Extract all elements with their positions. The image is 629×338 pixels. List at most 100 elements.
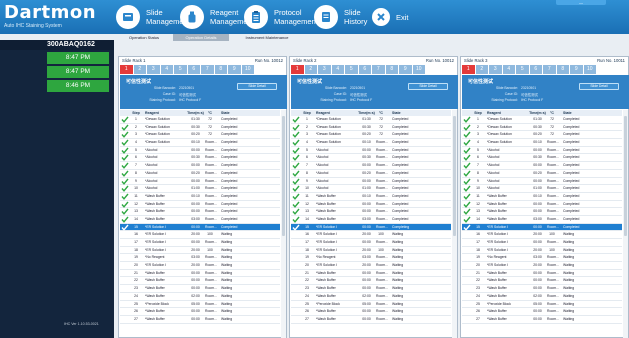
rack-1-time[interactable]: 8:47 PM <box>47 52 109 64</box>
slot-6-button[interactable]: 6 <box>529 65 542 74</box>
scrollbar[interactable] <box>623 110 628 338</box>
table-row[interactable]: 21 *Wash Buffer 00:00 Room... Waiting <box>291 270 451 278</box>
nav-protocol-management[interactable]: Protocol Management <box>244 3 318 31</box>
table-row[interactable]: 17 *ER Solution I 00:00 Room... Waiting <box>120 239 280 247</box>
table-row[interactable]: 14 *Wash Buffer 03:00 Room... Completed <box>120 216 280 224</box>
table-row[interactable]: 20 *ER Solution I 20:00 Room... Waiting <box>291 262 451 270</box>
slot-4-button[interactable]: 4 <box>160 65 173 74</box>
slot-5-button[interactable]: 5 <box>345 65 358 74</box>
slot-10-button[interactable]: 10 <box>583 65 596 74</box>
table-row[interactable]: 5 *Alcohol 00:00 Room... Completed <box>291 147 451 155</box>
table-row[interactable]: 16 *ER Solution I 20:00 100 Waiting <box>120 231 280 239</box>
table-row[interactable]: 25 *Peroxide Block 05:00 Room... Waiting <box>291 301 451 309</box>
slot-1-button[interactable]: 1 <box>462 65 475 74</box>
table-row[interactable]: 23 *Wash Buffer 00:00 Room... Waiting <box>462 285 622 293</box>
table-row[interactable]: 24 *Wash Buffer 02:00 Room... Waiting <box>120 293 280 301</box>
slot-3-button[interactable]: 3 <box>489 65 502 74</box>
table-row[interactable]: 18 *ER Solution I 20:00 100 Waiting <box>291 247 451 255</box>
slot-1-button[interactable]: 1 <box>291 65 304 74</box>
table-row[interactable]: 2 *Dewax Solution 00:30 72 Completed <box>291 124 451 132</box>
slot-4-button[interactable]: 4 <box>502 65 515 74</box>
scrollbar-thumb[interactable] <box>453 116 456 236</box>
table-row[interactable]: 3 *Dewax Solution 00:20 72 Completed <box>120 131 280 140</box>
table-row[interactable]: 7 *Alcohol 00:00 Room... Completed <box>291 162 451 170</box>
table-row[interactable]: 14 *Wash Buffer 03:00 Room... Completed <box>462 216 622 224</box>
table-row[interactable]: 20 *ER Solution I 20:00 Room... Waiting <box>462 262 622 270</box>
table-row[interactable]: 17 *ER Solution I 00:00 Room... Waiting <box>462 239 622 247</box>
table-row[interactable]: 11 *Wash Buffer 00:10 Room... Completed <box>120 193 280 201</box>
table-row[interactable]: 11 *Wash Buffer 00:10 Room... Completed <box>291 193 451 201</box>
table-row[interactable]: 13 *Wash Buffer 00:00 Room... Completed <box>462 208 622 216</box>
rack-2-time[interactable]: 8:47 PM <box>47 66 109 78</box>
table-row[interactable]: 2 *Dewax Solution 00:30 72 Completed <box>120 124 280 132</box>
table-row[interactable]: 27 *Wash Buffer 00:00 Room... Waiting <box>462 316 622 324</box>
table-row[interactable]: 1 *Dewax Solution 01:30 72 Completed <box>462 116 622 124</box>
table-row[interactable]: 10 *Alcohol 01:00 Room... Completed <box>120 185 280 193</box>
table-row[interactable]: 10 *Alcohol 01:00 Room... Completed <box>462 185 622 193</box>
slide-detail-button[interactable]: Slide Detail <box>237 83 277 90</box>
tab-instrument-maintenance[interactable]: Instrument Maintenance <box>231 34 303 41</box>
slide-detail-button[interactable]: Slide Detail <box>408 83 448 90</box>
table-row[interactable]: 8 *Alcohol 00:20 Room... Completed <box>462 170 622 178</box>
table-row[interactable]: 15 *ER Solution I 00:00 Room... Completed <box>120 223 280 232</box>
tab-operation-details[interactable]: Operation Details <box>173 34 229 41</box>
slot-7-button[interactable]: 7 <box>372 65 385 74</box>
slot-10-button[interactable]: 10 <box>412 65 425 74</box>
nav-slide-history[interactable]: Slide History <box>314 3 367 31</box>
table-row[interactable]: 3 *Dewax Solution 00:20 72 Completed <box>462 131 622 140</box>
table-row[interactable]: 7 *Alcohol 00:00 Room... Completed <box>120 162 280 170</box>
table-row[interactable]: 25 *Peroxide Block 05:00 Room... Waiting <box>462 301 622 309</box>
nav-reagent-management[interactable]: Reagent Management <box>180 3 254 31</box>
table-row[interactable]: 23 *Wash Buffer 00:00 Room... Waiting <box>291 285 451 293</box>
slot-6-button[interactable]: 6 <box>187 65 200 74</box>
table-row[interactable]: 15 *ER Solution I 00:00 Room... Completed <box>462 223 622 232</box>
table-row[interactable]: 25 *Peroxide Block 05:00 Room... Waiting <box>120 301 280 309</box>
slot-3-button[interactable]: 3 <box>318 65 331 74</box>
table-row[interactable]: 23 *Wash Buffer 00:00 Room... Waiting <box>120 285 280 293</box>
scrollbar[interactable] <box>281 110 286 338</box>
table-row[interactable]: 12 *Wash Buffer 00:00 Room... Completed <box>291 201 451 209</box>
nav-slide-management[interactable]: Slide Management <box>116 3 190 31</box>
slot-9-button[interactable]: 9 <box>228 65 241 74</box>
table-row[interactable]: 19 *No Reagent 03:00 Room... Waiting <box>291 254 451 263</box>
table-row[interactable]: 6 *Alcohol 00:30 Room... Completed <box>462 154 622 163</box>
scrollbar-thumb[interactable] <box>282 116 285 236</box>
table-row[interactable]: 14 *Wash Buffer 03:00 Room... Completed <box>291 216 451 224</box>
table-row[interactable]: 13 *Wash Buffer 00:00 Room... Completed <box>291 208 451 216</box>
rack-3-time[interactable]: 8:46 PM <box>47 80 109 92</box>
table-row[interactable]: 26 *Wash Buffer 00:00 Room... Waiting <box>120 308 280 316</box>
table-row[interactable]: 4 *Dewax Solution 00:10 Room... Completed <box>120 139 280 147</box>
table-row[interactable]: 10 *Alcohol 01:00 Room... Completed <box>291 185 451 193</box>
slot-3-button[interactable]: 3 <box>147 65 160 74</box>
slot-8-button[interactable]: 8 <box>385 65 398 74</box>
slot-9-button[interactable]: 9 <box>570 65 583 74</box>
table-row[interactable]: 6 *Alcohol 00:30 Room... Completed <box>120 154 280 163</box>
table-row[interactable]: 17 *ER Solution I 00:00 Room... Waiting <box>291 239 451 247</box>
slide-detail-button[interactable]: Slide Detail <box>579 83 619 90</box>
slot-5-button[interactable]: 5 <box>516 65 529 74</box>
table-row[interactable]: 13 *Wash Buffer 00:00 Room... Completed <box>120 208 280 216</box>
exit-button[interactable]: Exit <box>372 3 409 31</box>
table-row[interactable]: 7 *Alcohol 00:00 Room... Completed <box>462 162 622 170</box>
table-row[interactable]: 16 *ER Solution I 20:00 100 Waiting <box>462 231 622 239</box>
table-row[interactable]: 8 *Alcohol 00:20 Room... Completed <box>291 170 451 178</box>
slot-4-button[interactable]: 4 <box>331 65 344 74</box>
table-row[interactable]: 19 *No Reagent 03:00 Room... Waiting <box>120 254 280 263</box>
table-row[interactable]: 24 *Wash Buffer 02:00 Room... Waiting <box>462 293 622 301</box>
table-row[interactable]: 1 *Dewax Solution 01:30 72 Completed <box>291 116 451 124</box>
table-row[interactable]: 2 *Dewax Solution 00:30 72 Completed <box>462 124 622 132</box>
table-row[interactable]: 22 *Wash Buffer 00:00 Room... Waiting <box>291 277 451 286</box>
slot-1-button[interactable]: 1 <box>120 65 133 74</box>
slot-2-button[interactable]: 2 <box>304 65 317 74</box>
table-row[interactable]: 27 *Wash Buffer 00:00 Room... Waiting <box>291 316 451 324</box>
table-row[interactable]: 4 *Dewax Solution 00:10 Room... Completed <box>462 139 622 147</box>
slot-7-button[interactable]: 7 <box>543 65 556 74</box>
table-row[interactable]: 5 *Alcohol 00:00 Room... Completed <box>462 147 622 155</box>
scrollbar[interactable] <box>452 110 457 338</box>
slot-8-button[interactable]: 8 <box>556 65 569 74</box>
table-row[interactable]: 27 *Wash Buffer 00:00 Room... Waiting <box>120 316 280 324</box>
slot-7-button[interactable]: 7 <box>201 65 214 74</box>
slot-2-button[interactable]: 2 <box>475 65 488 74</box>
table-row[interactable]: 3 *Dewax Solution 00:20 72 Completed <box>291 131 451 140</box>
table-row[interactable]: 16 *ER Solution I 20:00 100 Waiting <box>291 231 451 239</box>
